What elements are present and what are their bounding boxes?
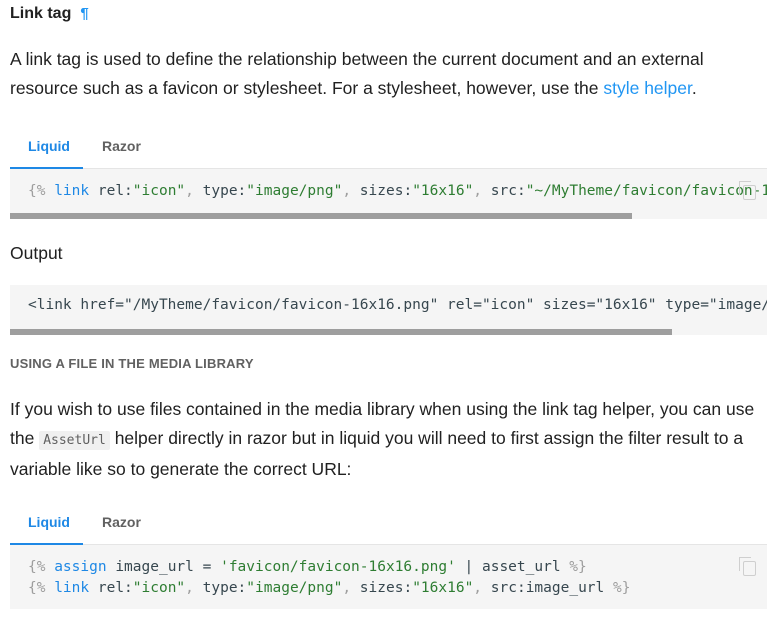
tab-liquid-label: Liquid [28,138,70,154]
horizontal-scrollbar[interactable] [10,213,632,219]
code-token: {% [28,580,46,596]
code-token: "~/MyTheme/favicon/favicon-16x16.png" [525,183,767,199]
code-token: , [473,580,491,596]
tab-razor[interactable]: Razor [102,130,141,168]
style-helper-link[interactable]: style helper [603,78,692,98]
code-token: , [342,183,360,199]
intro-paragraph: A link tag is used to define the relatio… [10,45,760,103]
code-token: image_url = [106,559,221,575]
code-tabs-1: Liquid Razor [10,130,767,169]
section-heading: Link tag ¶ [10,5,89,23]
copy-icon[interactable] [739,181,756,200]
code-token: link [54,580,90,596]
media-text-line-3: variable like so to generate the correct… [10,459,352,479]
tab-razor-label: Razor [102,514,141,530]
code-token: rel: [89,580,133,596]
code-token: "16x16" [412,183,474,199]
pilcrow-icon[interactable]: ¶ [80,5,88,22]
code-token: sizes: [359,580,413,596]
tab-razor-label: Razor [102,138,141,154]
heading-title: Link tag [10,5,72,22]
tab-razor[interactable]: Razor [102,506,141,544]
media-text-line-2: the AssetUrl helper directly in razor bu… [10,424,760,455]
code-tabs-2: Liquid Razor [10,506,767,545]
code-token: "icon" [132,580,186,596]
media-paragraph: If you wish to use files contained in th… [10,395,760,484]
intro-text: A link tag is used to define the relatio… [10,49,704,98]
code-token: %} [569,559,587,575]
output-label: Output [10,243,63,263]
code-token: assign [54,559,107,575]
code-token: , [185,580,203,596]
code-block-liquid-assign[interactable]: {% assign image_url = 'favicon/favicon-1… [10,545,767,609]
code-token: rel: [89,183,133,199]
tab-liquid-label: Liquid [28,514,70,530]
code-token: , [185,183,203,199]
code-token: "icon" [132,183,186,199]
code-line: {% link rel:"icon", type:"image/png", si… [28,183,767,199]
intro-end: . [691,78,697,98]
code-token: "image/png" [246,183,343,199]
code-token: {% [28,183,46,199]
media-library-heading: USING A FILE IN THE MEDIA LIBRARY [10,356,254,371]
code-token: type: [202,183,247,199]
media-text-line-1: If you wish to use files contained in th… [10,399,755,419]
code-token: src: [490,183,526,199]
code-token: "image/png" [246,580,343,596]
code-token: | asset_url [455,559,570,575]
media-text-2a: the [10,428,40,448]
code-block-output[interactable]: <link href="/MyTheme/favicon/favicon-16x… [10,285,767,335]
code-token: link [54,183,90,199]
media-text-2b: helper directly in razor but in liquid y… [109,428,744,448]
code-line: {% assign image_url = 'favicon/favicon-1… [28,559,587,575]
copy-icon[interactable] [739,557,756,576]
code-token: type: [202,580,247,596]
code-token: 'favicon/favicon-16x16.png' [220,559,456,575]
code-block-liquid[interactable]: {% link rel:"icon", type:"image/png", si… [10,169,767,219]
tab-liquid[interactable]: Liquid [10,506,83,545]
code-token: , [342,580,360,596]
code-token: {% [28,559,46,575]
code-line: <link href="/MyTheme/favicon/favicon-16x… [28,297,767,313]
code-token: src: [490,580,526,596]
code-token: image_url [525,580,605,596]
horizontal-scrollbar[interactable] [10,329,672,335]
code-token: , [473,183,491,199]
tab-liquid[interactable]: Liquid [10,130,83,169]
code-line: {% link rel:"icon", type:"image/png", si… [28,580,630,596]
inline-code-asseturl: AssetUrl [39,431,110,450]
code-token: sizes: [359,183,413,199]
code-token: %} [604,580,631,596]
code-token: "16x16" [412,580,474,596]
